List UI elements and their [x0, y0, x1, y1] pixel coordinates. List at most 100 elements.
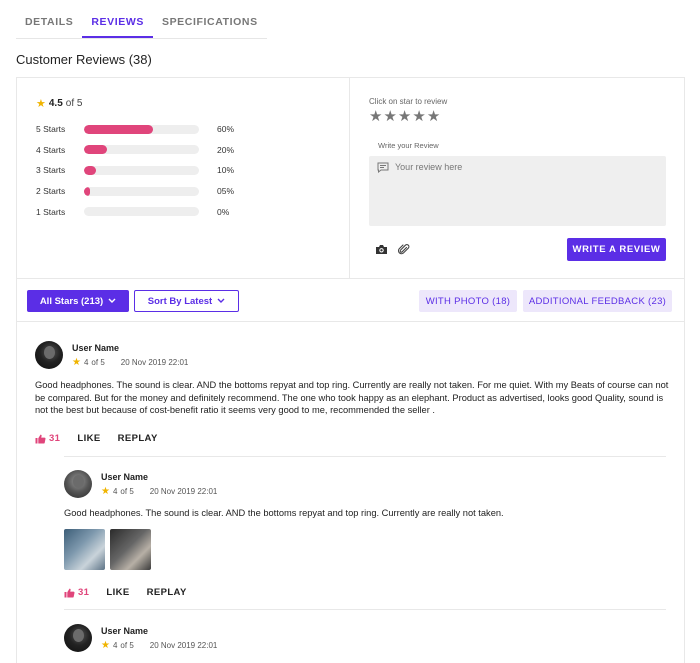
avatar	[64, 470, 92, 498]
review-date: 20 Nov 2019 22:01	[120, 358, 189, 367]
tab-specifications[interactable]: SPECIFICATIONS	[153, 10, 267, 38]
review-text: Good headphones. The sound is clear. AND…	[64, 508, 504, 518]
rating-breakdown: 5 Starts 60% 4 Starts 20% 3 Starts 10% 2…	[36, 119, 234, 222]
rating-bar	[84, 186, 199, 196]
like-count[interactable]: 31	[64, 587, 89, 598]
star-icon: ★	[101, 640, 110, 651]
star-icon[interactable]: ★	[427, 109, 440, 124]
rating-bar	[84, 207, 199, 217]
sort-label: Sort By Latest	[147, 295, 213, 307]
average-rating: ★ 4.5 of 5	[36, 97, 82, 110]
like-count-value: 31	[49, 433, 61, 444]
review-rating: 4	[112, 487, 118, 496]
review-user-name: User Name	[72, 343, 120, 353]
write-review-button[interactable]: WRITE A REVIEW	[567, 238, 666, 261]
additional-feedback-filter[interactable]: ADDITIONAL FEEDBACK (23)	[523, 290, 672, 312]
reply-button[interactable]: REPLAY	[147, 587, 187, 598]
reply-button[interactable]: REPLAY	[118, 433, 158, 444]
review-actions: 31 LIKE REPLAY	[35, 433, 158, 444]
avatar	[64, 624, 92, 652]
review-user-name: User Name	[101, 472, 149, 482]
star-icon: ★	[101, 486, 110, 497]
click-star-label: Click on star to review	[369, 97, 448, 106]
like-count[interactable]: 31	[35, 433, 60, 444]
star-icon[interactable]: ★	[383, 109, 396, 124]
all-stars-label: All Stars (213)	[39, 295, 104, 307]
divider	[64, 609, 666, 610]
like-button[interactable]: LIKE	[77, 433, 100, 444]
rating-row-percent: 0%	[217, 206, 230, 217]
rating-row: 1 Starts 0%	[36, 201, 234, 222]
star-icon: ★	[36, 98, 46, 110]
tab-reviews[interactable]: REVIEWS	[82, 10, 153, 38]
rating-row-label: 4 Starts	[36, 144, 66, 155]
rating-row-percent: 20%	[217, 144, 235, 155]
tab-details[interactable]: DETAILS	[16, 10, 82, 38]
review-text: Good headphones. The sound is clear. AND…	[35, 380, 669, 415]
reviews-panel: ★ 4.5 of 5 5 Starts 60% 4 Starts 20% 3 S…	[16, 77, 685, 663]
divider	[64, 456, 666, 457]
average-of: of 5	[65, 98, 83, 109]
star-icon[interactable]: ★	[398, 109, 411, 124]
average-value: 4.5	[48, 98, 63, 109]
with-photo-filter[interactable]: WITH PHOTO (18)	[419, 290, 517, 312]
sort-dropdown[interactable]: Sort By Latest	[134, 290, 239, 312]
star-rating-input: ★ ★ ★ ★ ★	[369, 109, 440, 124]
rating-row: 5 Starts 60%	[36, 119, 234, 140]
like-count-value: 31	[78, 587, 90, 598]
star-icon[interactable]: ★	[369, 109, 382, 124]
rating-bar-fill	[84, 165, 96, 175]
write-review-area: Click on star to review ★ ★ ★ ★ ★ Write …	[351, 78, 684, 279]
rating-bar	[84, 145, 199, 155]
rating-summary: ★ 4.5 of 5 5 Starts 60% 4 Starts 20% 3 S…	[17, 78, 350, 279]
review-rating-of: of 5	[91, 358, 105, 367]
review-meta: ★ 4 of 5 20 Nov 2019 22:01	[101, 640, 217, 651]
chevron-down-icon	[217, 298, 225, 303]
rating-bar	[84, 124, 199, 134]
review-placeholder: Your review here	[395, 162, 463, 172]
rating-bar-fill	[84, 186, 90, 196]
thumbs-up-icon	[35, 434, 46, 443]
rating-bar-fill	[84, 145, 107, 155]
attachment-icon[interactable]	[398, 244, 411, 255]
review-date: 20 Nov 2019 22:01	[149, 641, 218, 650]
rating-row-label: 3 Starts	[36, 165, 66, 176]
review-rating: 4	[83, 358, 89, 367]
tab-bar: DETAILS REVIEWS SPECIFICATIONS	[16, 10, 267, 39]
rating-bar	[84, 165, 199, 175]
review-rating: 4	[112, 641, 118, 650]
review-meta: ★ 4 of 5 20 Nov 2019 22:01	[101, 486, 217, 497]
review-user-name: User Name	[101, 626, 149, 636]
review-textarea[interactable]: Your review here	[369, 156, 666, 226]
review-actions: 31 LIKE REPLAY	[64, 587, 187, 598]
rating-bar-fill	[84, 124, 153, 134]
review-meta: ★ 4 of 5 20 Nov 2019 22:01	[72, 357, 188, 368]
review-rating-of: of 5	[120, 641, 134, 650]
star-icon: ★	[72, 357, 81, 368]
thumbs-up-icon	[64, 588, 75, 597]
rating-row-label: 2 Starts	[36, 186, 66, 197]
rating-row-percent: 05%	[217, 186, 235, 197]
rating-row-percent: 60%	[217, 124, 235, 135]
review-top-area: ★ 4.5 of 5 5 Starts 60% 4 Starts 20% 3 S…	[17, 78, 684, 279]
like-button[interactable]: LIKE	[106, 587, 129, 598]
review-photo[interactable]	[64, 529, 105, 570]
rating-row-percent: 10%	[217, 165, 235, 176]
rating-row: 4 Starts 20%	[36, 140, 234, 161]
write-review-label: Write your Review	[378, 141, 439, 150]
star-icon[interactable]: ★	[412, 109, 425, 124]
camera-icon[interactable]	[375, 244, 388, 255]
chevron-down-icon	[108, 298, 116, 303]
comment-icon	[377, 162, 389, 173]
rating-row-label: 1 Starts	[36, 206, 66, 217]
avatar	[35, 341, 63, 369]
review-date: 20 Nov 2019 22:01	[149, 487, 218, 496]
review-rating-of: of 5	[120, 487, 134, 496]
all-stars-dropdown[interactable]: All Stars (213)	[27, 290, 129, 312]
section-title: Customer Reviews (38)	[16, 52, 152, 67]
rating-row: 2 Starts 05%	[36, 181, 234, 202]
review-photo[interactable]	[110, 529, 151, 570]
rating-row: 3 Starts 10%	[36, 160, 234, 181]
rating-row-label: 5 Starts	[36, 124, 66, 135]
filter-bar: All Stars (213) Sort By Latest WITH PHOT…	[17, 280, 684, 322]
